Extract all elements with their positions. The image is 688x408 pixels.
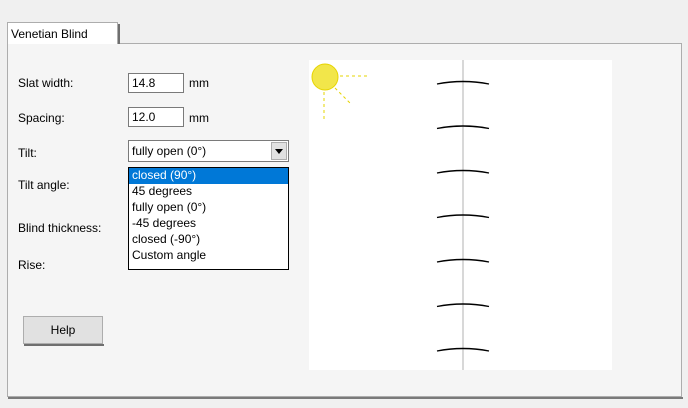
blind-preview-canvas	[311, 60, 490, 370]
tab-label: Venetian Blind	[11, 27, 88, 41]
slat-width-unit: mm	[189, 76, 209, 90]
tilt-option[interactable]: 45 degrees	[129, 184, 288, 200]
tilt-selected-value: fully open (0°)	[132, 144, 207, 158]
rise-label: Rise:	[18, 258, 46, 272]
slat-width-label: Slat width:	[18, 76, 74, 90]
tilt-select[interactable]: fully open (0°)	[128, 140, 289, 162]
blind-thickness-label: Blind thickness:	[18, 221, 102, 235]
chevron-down-icon[interactable]	[271, 142, 287, 160]
tilt-option[interactable]: Custom angle	[129, 248, 288, 264]
tilt-dropdown-list: closed (90°) 45 degrees fully open (0°) …	[128, 167, 289, 270]
spacing-label: Spacing:	[18, 111, 65, 125]
slat-width-input[interactable]: 14.8	[128, 73, 184, 93]
blind-preview	[309, 60, 612, 370]
tilt-label: Tilt:	[18, 146, 37, 160]
tilt-angle-label: Tilt angle:	[18, 178, 70, 192]
tilt-option[interactable]: closed (-90°)	[129, 232, 288, 248]
spacing-input[interactable]: 12.0	[128, 107, 184, 127]
tilt-option[interactable]: closed (90°)	[129, 168, 288, 184]
spacing-unit: mm	[189, 111, 209, 125]
tilt-option[interactable]: fully open (0°)	[129, 200, 288, 216]
help-button[interactable]: Help	[23, 316, 104, 346]
sun-icon	[311, 63, 369, 120]
tilt-option[interactable]: -45 degrees	[129, 216, 288, 232]
tab-venetian-blind[interactable]: Venetian Blind	[7, 22, 120, 44]
